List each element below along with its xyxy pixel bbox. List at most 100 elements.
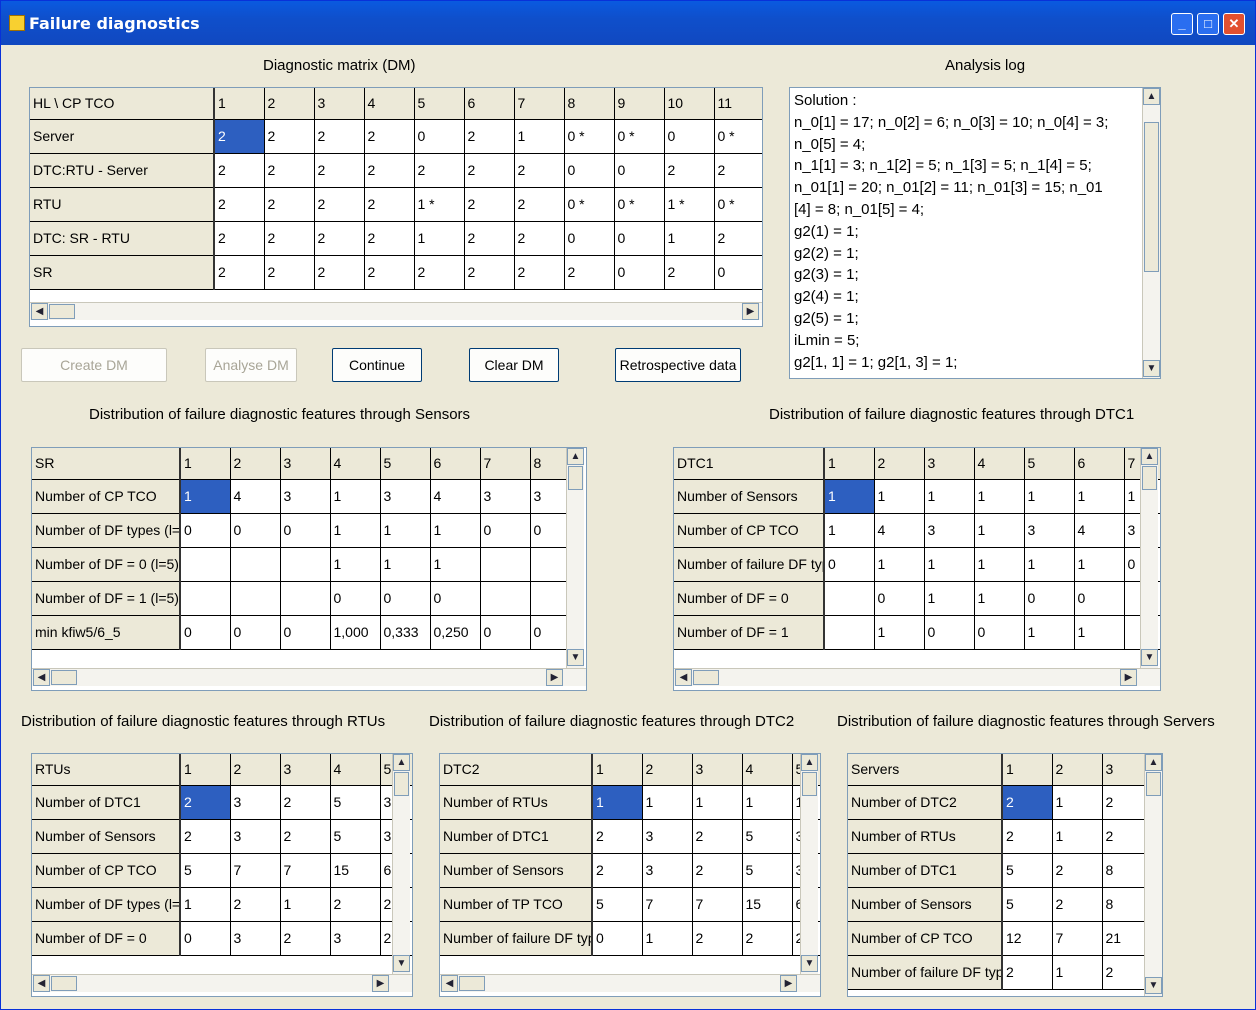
table-cell[interactable]: 2 bbox=[1002, 955, 1053, 990]
column-header[interactable]: 5 bbox=[1024, 448, 1075, 480]
table-cell[interactable]: 1 bbox=[430, 547, 481, 582]
table-cell[interactable]: 7 bbox=[280, 853, 331, 888]
table-cell[interactable]: 7 bbox=[692, 887, 743, 922]
table-cell[interactable]: 15 bbox=[330, 853, 381, 888]
column-header[interactable]: 2 bbox=[642, 754, 693, 786]
table-cell[interactable]: 1 * bbox=[414, 187, 465, 222]
maximize-button[interactable]: □ bbox=[1197, 13, 1219, 35]
table-cell[interactable]: 2 bbox=[314, 221, 365, 256]
table-cell[interactable]: 1 bbox=[1074, 615, 1125, 650]
column-header[interactable]: 6 bbox=[464, 88, 515, 120]
dtc2-vscroll[interactable]: ▲ ▼ bbox=[800, 754, 818, 974]
column-header[interactable]: 4 bbox=[742, 754, 793, 786]
scroll-thumb[interactable] bbox=[1144, 122, 1159, 272]
table-cell[interactable]: 5 bbox=[742, 853, 793, 888]
table-cell[interactable]: 2 bbox=[264, 255, 315, 290]
scroll-right-icon[interactable]: ▶ bbox=[1120, 669, 1137, 686]
table-cell[interactable]: 2 bbox=[564, 255, 615, 290]
column-header[interactable]: 2 bbox=[264, 88, 315, 120]
table-cell[interactable]: 0 bbox=[924, 615, 975, 650]
scroll-down-icon[interactable]: ▼ bbox=[567, 649, 584, 666]
table-cell[interactable]: 1 bbox=[692, 785, 743, 820]
table-cell[interactable]: 2 bbox=[714, 153, 762, 188]
scroll-left-icon[interactable]: ◀ bbox=[31, 303, 48, 320]
row-header[interactable]: Number of DTC2 bbox=[848, 785, 1003, 820]
analysis-log[interactable]: Solution : n_0[1] = 17; n_0[2] = 6; n_0[3… bbox=[789, 87, 1161, 379]
table-cell[interactable]: 3 bbox=[230, 819, 281, 854]
table-cell[interactable]: 1 bbox=[1052, 785, 1103, 820]
scroll-down-icon[interactable]: ▼ bbox=[801, 955, 818, 972]
table-cell[interactable]: 2 bbox=[264, 221, 315, 256]
column-header[interactable]: 1 bbox=[592, 754, 643, 786]
table-cell[interactable]: 5 bbox=[330, 785, 381, 820]
column-header[interactable]: 4 bbox=[330, 448, 381, 480]
row-header[interactable]: Number of Sensors bbox=[674, 479, 825, 514]
table-cell[interactable]: 2 bbox=[264, 153, 315, 188]
retrospective-data-button[interactable]: Retrospective data bbox=[615, 348, 741, 382]
table-cell[interactable]: 1 bbox=[924, 547, 975, 582]
column-header[interactable]: 5 bbox=[414, 88, 465, 120]
scroll-right-icon[interactable]: ▶ bbox=[372, 975, 389, 992]
table-cell[interactable]: 1 bbox=[1024, 615, 1075, 650]
create-dm-button[interactable]: Create DM bbox=[21, 348, 167, 382]
table-cell[interactable]: 2 bbox=[1052, 853, 1103, 888]
table-cell[interactable] bbox=[230, 547, 281, 582]
table-cell[interactable]: 3 bbox=[1024, 513, 1075, 548]
column-header[interactable]: 7 bbox=[514, 88, 565, 120]
table-cell[interactable]: 0 bbox=[1024, 581, 1075, 616]
table-cell[interactable]: 5 bbox=[742, 819, 793, 854]
scroll-down-icon[interactable]: ▼ bbox=[1141, 649, 1158, 666]
column-header[interactable]: 7 bbox=[480, 448, 531, 480]
scroll-thumb[interactable] bbox=[394, 772, 409, 796]
scroll-left-icon[interactable]: ◀ bbox=[33, 669, 50, 686]
table-cell[interactable] bbox=[824, 581, 875, 616]
row-header[interactable]: Number of DF = 1 bbox=[674, 615, 825, 650]
row-header[interactable]: Number of TP TCO bbox=[440, 887, 593, 922]
table-cell[interactable]: 0 bbox=[330, 581, 381, 616]
table-cell[interactable] bbox=[280, 581, 331, 616]
column-header[interactable]: 2 bbox=[230, 754, 281, 786]
table-cell[interactable]: 1 bbox=[642, 785, 693, 820]
table-cell[interactable]: 1 bbox=[924, 479, 975, 514]
scroll-thumb[interactable] bbox=[802, 772, 817, 796]
column-header[interactable]: 8 bbox=[564, 88, 615, 120]
column-header[interactable]: 1 bbox=[180, 754, 231, 786]
table-cell[interactable]: 0 * bbox=[714, 187, 762, 222]
table-cell[interactable]: 2 bbox=[692, 921, 743, 956]
column-header[interactable]: 6 bbox=[1074, 448, 1125, 480]
dtc1-grid[interactable]: DTC1 1 2 3 4 5 6 7 Number of Sensors 1 1 1 1 1 1 1 Numbe… bbox=[673, 447, 1161, 691]
table-cell[interactable]: 2 bbox=[364, 187, 415, 222]
table-cell[interactable]: 3 bbox=[642, 853, 693, 888]
table-cell[interactable]: 5 bbox=[1002, 887, 1053, 922]
row-header[interactable]: Number of Sensors bbox=[440, 853, 593, 888]
table-cell[interactable]: 2 bbox=[664, 255, 715, 290]
table-cell[interactable]: 1 bbox=[430, 513, 481, 548]
table-cell[interactable]: 2 bbox=[364, 119, 415, 154]
table-cell[interactable]: 2 bbox=[514, 221, 565, 256]
table-cell[interactable]: 1 bbox=[974, 547, 1025, 582]
table-cell[interactable]: 1 bbox=[380, 547, 431, 582]
column-header[interactable]: 1 bbox=[824, 448, 875, 480]
rtus-hscroll[interactable]: ◀ ▶ bbox=[32, 974, 412, 992]
table-cell[interactable]: 1 bbox=[824, 479, 875, 514]
table-cell[interactable]: 2 bbox=[592, 819, 643, 854]
table-cell[interactable]: 2 bbox=[330, 887, 381, 922]
row-header[interactable]: DTC: SR - RTU bbox=[30, 221, 215, 256]
column-header[interactable]: 4 bbox=[364, 88, 415, 120]
column-header[interactable]: 6 bbox=[430, 448, 481, 480]
rtus-grid[interactable]: RTUs 1 2 3 4 5 Number of DTC1 2 3 2 5 3 Number of Se… bbox=[31, 753, 413, 997]
table-cell[interactable]: 2 bbox=[1002, 785, 1053, 820]
servers-vscroll[interactable]: ▲ ▼ bbox=[1144, 754, 1162, 996]
continue-button[interactable]: Continue bbox=[332, 348, 422, 382]
dtc1-vscroll[interactable]: ▲ ▼ bbox=[1140, 448, 1158, 668]
diagnostic-matrix-grid[interactable]: HL \ CP TCO 1 2 3 4 5 6 7 8 9 10 11 Server 2 2 2 2 0 2 1 0 *… bbox=[29, 87, 763, 327]
table-cell[interactable]: 2 bbox=[464, 119, 515, 154]
column-header[interactable]: 3 bbox=[924, 448, 975, 480]
scroll-thumb[interactable] bbox=[568, 466, 583, 490]
table-cell[interactable]: 2 bbox=[714, 221, 762, 256]
table-cell[interactable]: 1 bbox=[592, 785, 643, 820]
table-cell[interactable]: 1 bbox=[974, 581, 1025, 616]
table-cell[interactable]: 3 bbox=[380, 479, 431, 514]
table-cell[interactable]: 2 bbox=[280, 819, 331, 854]
dtc1-hscroll[interactable]: ◀ ▶ bbox=[674, 668, 1160, 686]
